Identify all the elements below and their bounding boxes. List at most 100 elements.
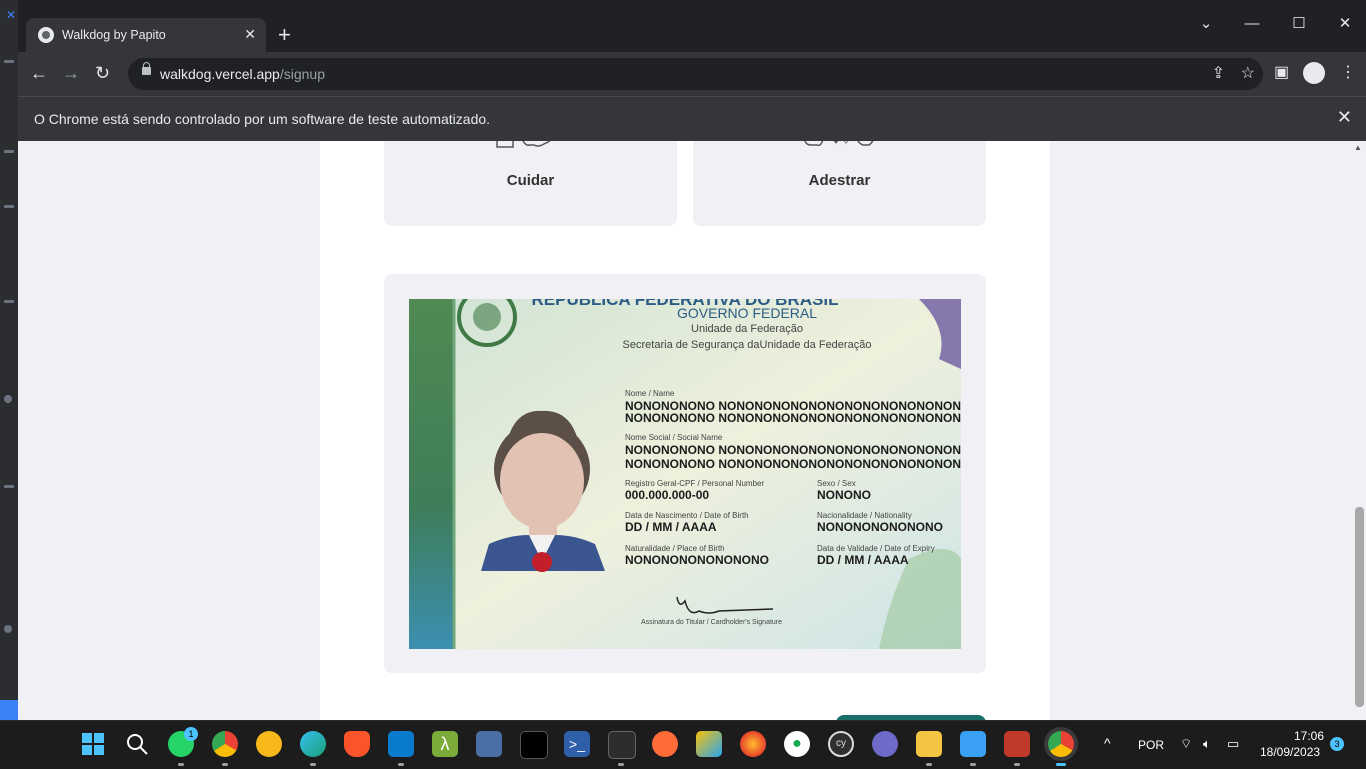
tab-strip: Walkdog by Papito ✕ + ⌄ — ☐ ✕ <box>18 0 1366 52</box>
input-language[interactable]: POR <box>1138 738 1164 752</box>
id-field-label: Registro Geral-CPF / Personal Number <box>625 479 765 488</box>
share-icon[interactable]: ⇪ <box>1212 63 1225 83</box>
chrome-canary-icon[interactable] <box>256 731 282 757</box>
chrome-icon[interactable] <box>212 731 238 757</box>
id-field-label: Naturalidade / Place of Birth <box>625 544 725 553</box>
id-field-value: NONONONONO NONONONONONONONONONONONONONON… <box>625 457 961 471</box>
close-window-button[interactable]: ✕ <box>1325 14 1365 34</box>
wifi-icon[interactable]: ⌔ <box>1180 736 1192 752</box>
address-bar[interactable]: walkdog.vercel.app/signup ⇪ ☆ <box>128 58 1263 90</box>
brave-icon[interactable] <box>344 731 370 757</box>
id-field-value: NONONO <box>817 488 871 502</box>
forward-button[interactable]: → <box>62 62 80 84</box>
battery-icon[interactable]: ▭ <box>1227 736 1239 752</box>
chrome-menu-icon[interactable]: ⋮ <box>1340 64 1356 82</box>
strip-icon <box>0 700 18 720</box>
running-indicator <box>310 763 316 766</box>
dog-care-illustration-icon <box>496 141 551 148</box>
maximize-button[interactable]: ☐ <box>1279 14 1319 34</box>
cypress-icon[interactable]: cy <box>828 731 854 757</box>
strip-icon <box>4 300 14 303</box>
vscode-x-icon: ✕ <box>6 8 17 22</box>
snip-tool-icon[interactable] <box>696 731 722 757</box>
service-card-adestrar[interactable]: ✦✧ Adestrar <box>693 141 986 226</box>
strip-icon <box>4 150 14 153</box>
url-text[interactable]: walkdog.vercel.app/signup <box>160 66 325 82</box>
clock-date[interactable]: 18/09/2023 <box>1260 745 1320 759</box>
clock-time[interactable]: 17:06 <box>1294 729 1324 743</box>
mongodb-compass-icon[interactable]: ● <box>784 731 810 757</box>
tab-search-chevron-icon[interactable]: ⌄ <box>1186 14 1226 34</box>
id-field-label: Nome Social / Social Name <box>625 433 723 442</box>
notepad-icon[interactable] <box>960 731 986 757</box>
running-indicator <box>398 763 404 766</box>
whatsapp-badge: 1 <box>184 727 198 741</box>
id-field-value: NONONONONO NONONONONONONONONONONONONONON… <box>625 411 961 425</box>
file-explorer-icon[interactable] <box>916 731 942 757</box>
bookmark-star-icon[interactable]: ☆ <box>1241 63 1255 83</box>
strip-icon <box>4 395 12 403</box>
close-tab-icon[interactable]: ✕ <box>244 26 256 42</box>
infobar-close-icon[interactable]: ✕ <box>1337 107 1352 128</box>
profile-avatar[interactable] <box>1303 62 1325 84</box>
id-unit-text: Unidade da Federação <box>691 323 803 335</box>
back-button[interactable]: ← <box>30 62 48 84</box>
signup-form-container: Cuidar ✦✧ Adestrar REPÚBLICA FEDERATIVA … <box>320 141 1050 720</box>
notification-badge[interactable]: 3 <box>1330 737 1344 751</box>
document-upload-card[interactable]: REPÚBLICA FEDERATIVA DO BRASIL GOVERNO F… <box>384 274 986 673</box>
strip-icon <box>4 60 14 63</box>
strip-icon <box>4 485 14 488</box>
service-card-label: Adestrar <box>808 172 871 189</box>
minimize-button[interactable]: — <box>1232 14 1272 34</box>
id-field-value: DD / MM / AAAA <box>817 553 909 567</box>
running-indicator <box>1014 763 1020 766</box>
scroll-up-arrow-icon[interactable]: ▲ <box>1354 143 1362 152</box>
automation-infobar: O Chrome está sendo controlado por um so… <box>18 96 1366 141</box>
lambda-app-icon[interactable]: λ <box>432 731 458 757</box>
start-windows-icon[interactable] <box>80 731 106 757</box>
eclipse-icon[interactable] <box>872 731 898 757</box>
strip-icon <box>4 205 14 208</box>
page-viewport: Cuidar ✦✧ Adestrar REPÚBLICA FEDERATIVA … <box>18 141 1366 720</box>
search-icon[interactable] <box>124 731 150 757</box>
remote-desktop-icon[interactable] <box>476 731 502 757</box>
volume-icon[interactable]: 🔈︎ <box>1203 736 1211 752</box>
windows-terminal-icon[interactable] <box>608 731 636 759</box>
browser-tab[interactable]: Walkdog by Papito ✕ <box>26 18 266 52</box>
id-card-artwork <box>409 299 961 649</box>
page-scrollbar[interactable]: ▲ <box>1352 141 1366 720</box>
postman-icon[interactable] <box>652 731 678 757</box>
chrome-window: Walkdog by Papito ✕ + ⌄ — ☐ ✕ ← → ↻ walk… <box>18 0 1366 720</box>
id-government-text: GOVERNO FEDERAL <box>676 305 818 321</box>
id-field-value: 000.000.000-00 <box>625 488 710 502</box>
service-card-cuidar[interactable]: Cuidar <box>384 141 677 226</box>
powershell-icon[interactable]: >_ <box>564 731 590 757</box>
strip-icon <box>4 625 12 633</box>
id-secretariat-text: Secretaria de Segurança daUnidade da Fed… <box>622 339 872 351</box>
infobar-message: O Chrome está sendo controlado por um so… <box>34 111 491 127</box>
id-document-preview: REPÚBLICA FEDERATIVA DO BRASIL GOVERNO F… <box>409 299 961 649</box>
id-field-label: Data de Nascimento / Date of Birth <box>625 511 749 520</box>
chrome-active-icon[interactable] <box>1048 731 1074 757</box>
firefox-icon[interactable] <box>740 731 766 757</box>
background-window-strip: ✕ <box>0 0 18 720</box>
toolbox-icon[interactable] <box>1004 731 1030 757</box>
id-field-label: Nacionalidade / Nationality <box>817 511 912 520</box>
side-panel-icon[interactable]: ▣ <box>1274 64 1289 82</box>
id-signature-label: Assinatura do Titular / Cardholder's Sig… <box>641 619 783 626</box>
svg-text:✦✧: ✦✧ <box>831 141 851 148</box>
windows-taskbar: 1 λ >_ ● cy ^ POR ⌔ 🔈︎ ▭ 17:06 18/09/202… <box>0 720 1366 769</box>
scrollbar-thumb[interactable] <box>1355 507 1364 707</box>
running-indicator <box>222 763 228 766</box>
edge-icon[interactable] <box>300 731 326 757</box>
terminal-app-icon[interactable] <box>520 731 548 759</box>
new-tab-button[interactable]: + <box>278 24 291 46</box>
tray-overflow-chevron-icon[interactable]: ^ <box>1104 735 1111 751</box>
id-field-value: NONONONONO NONONONONONONONONONONONONONON… <box>625 443 961 457</box>
id-field-label: Nome / Name <box>625 389 675 398</box>
active-indicator <box>1056 763 1066 766</box>
running-indicator <box>926 763 932 766</box>
reload-button[interactable]: ↻ <box>95 62 110 84</box>
vscode-icon[interactable] <box>388 731 414 757</box>
running-indicator <box>618 763 624 766</box>
